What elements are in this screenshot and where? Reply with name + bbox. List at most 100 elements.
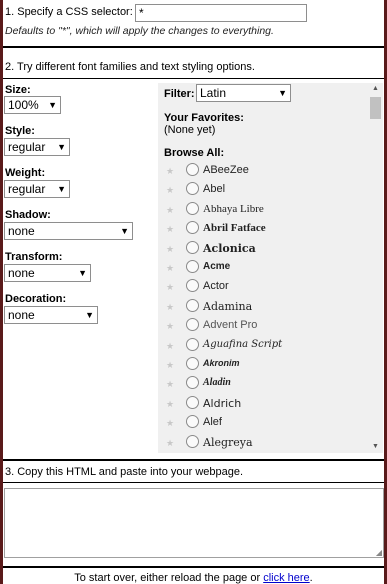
font-name: Adamina: [203, 299, 253, 313]
caret-down-icon: ▼: [57, 142, 66, 152]
font-radio[interactable]: [186, 182, 199, 196]
star-icon[interactable]: ★: [166, 205, 174, 216]
font-list-item[interactable]: ★ Acme: [162, 260, 362, 279]
resize-grip-icon[interactable]: ◢: [376, 548, 382, 557]
weight-select[interactable]: regular ▼: [4, 180, 70, 198]
divider: [3, 46, 384, 48]
style-value: regular: [8, 140, 46, 154]
font-name: Abhaya Libre: [203, 202, 264, 215]
scroll-down-icon[interactable]: ▼: [372, 443, 379, 450]
style-select[interactable]: regular ▼: [4, 138, 70, 156]
caret-down-icon: ▼: [120, 226, 129, 236]
font-list-item[interactable]: ★ Actor: [162, 279, 362, 298]
filter-value: Latin: [200, 86, 227, 100]
caret-down-icon: ▼: [48, 100, 57, 110]
font-radio[interactable]: [186, 337, 199, 351]
caret-down-icon: ▼: [78, 268, 87, 278]
divider: [3, 459, 384, 461]
caret-down-icon: ▼: [278, 88, 287, 98]
font-list-item[interactable]: ★ Alef: [162, 415, 362, 434]
star-icon[interactable]: ★: [166, 263, 174, 274]
star-icon[interactable]: ★: [166, 418, 174, 429]
decoration-value: none: [8, 308, 35, 322]
star-icon[interactable]: ★: [166, 282, 174, 293]
font-browser-panel[interactable]: Filter: Latin ▼ Your Favorites: (None ye…: [158, 83, 383, 453]
font-radio[interactable]: [186, 298, 199, 312]
reset-link[interactable]: click here: [263, 572, 309, 584]
font-name: Akronim: [203, 358, 240, 368]
font-name: Actor: [203, 280, 229, 293]
font-list-item[interactable]: ★ Aldrich: [162, 395, 362, 415]
divider: [3, 482, 384, 483]
font-radio[interactable]: [186, 434, 199, 448]
css-selector-input[interactable]: *: [135, 4, 307, 22]
font-list-item[interactable]: ★ Aguafina Script: [162, 337, 362, 357]
page-left-border: [0, 0, 3, 584]
transform-value: none: [8, 266, 35, 280]
font-name: Aladin: [203, 377, 231, 389]
size-select[interactable]: 100% ▼: [4, 96, 61, 114]
star-icon[interactable]: ★: [166, 321, 174, 332]
font-radio[interactable]: [186, 395, 199, 409]
font-radio[interactable]: [186, 163, 199, 176]
star-icon[interactable]: ★: [166, 244, 174, 255]
font-radio[interactable]: [186, 240, 199, 254]
footer: To start over, either reload the page or…: [0, 572, 387, 584]
filter-label: Filter:: [164, 88, 195, 100]
star-icon[interactable]: ★: [166, 341, 174, 352]
star-icon[interactable]: ★: [166, 166, 174, 177]
style-label: Style:: [5, 125, 35, 137]
font-radio[interactable]: [186, 318, 199, 332]
font-radio[interactable]: [186, 260, 199, 273]
font-name: Alef: [203, 416, 222, 429]
transform-label: Transform:: [5, 251, 63, 263]
font-name: Aguafina Script: [203, 338, 283, 350]
font-name: Abel: [203, 183, 226, 196]
font-radio[interactable]: [186, 221, 199, 235]
font-list-item[interactable]: ★ Advent Pro: [162, 318, 362, 337]
font-radio[interactable]: [186, 201, 199, 215]
star-icon[interactable]: ★: [166, 302, 174, 313]
font-list-item[interactable]: ★ Alegreya: [162, 434, 362, 453]
font-list-item[interactable]: ★ Adamina: [162, 298, 362, 318]
font-list-item[interactable]: ★ Abhaya Libre: [162, 201, 362, 221]
font-list-item[interactable]: ★ Akronim: [162, 357, 362, 376]
star-icon[interactable]: ★: [166, 379, 174, 390]
font-name: Aclonica: [203, 241, 256, 255]
footer-end: .: [309, 572, 313, 584]
divider: [3, 78, 384, 79]
star-icon[interactable]: ★: [166, 399, 174, 410]
step1-label: 1. Specify a CSS selector:: [5, 6, 133, 18]
font-name: Acme: [203, 261, 231, 272]
step3-label: 3. Copy this HTML and paste into your we…: [5, 466, 244, 478]
font-radio[interactable]: [186, 357, 199, 370]
star-icon[interactable]: ★: [166, 438, 174, 449]
font-list-item[interactable]: ★ Abel: [162, 182, 362, 201]
star-icon[interactable]: ★: [166, 360, 174, 371]
decoration-select[interactable]: none ▼: [4, 306, 98, 324]
html-output-textarea[interactable]: ◢: [4, 488, 384, 558]
font-name: Advent Pro: [203, 319, 258, 332]
star-icon[interactable]: ★: [166, 224, 174, 235]
favorites-label: Your Favorites:: [164, 112, 244, 124]
shadow-select[interactable]: none ▼: [4, 222, 133, 240]
font-radio[interactable]: [186, 415, 199, 429]
filter-select[interactable]: Latin ▼: [196, 84, 291, 102]
font-list-item[interactable]: ★ Aclonica: [162, 240, 362, 260]
scroll-up-icon[interactable]: ▲: [372, 85, 379, 92]
font-radio[interactable]: [186, 376, 199, 390]
favorites-empty: (None yet): [164, 124, 216, 136]
weight-label: Weight:: [5, 167, 46, 179]
font-list-item[interactable]: ★ Aladin: [162, 376, 362, 395]
font-name: Alegreya: [203, 435, 253, 449]
font-radio[interactable]: [186, 279, 199, 293]
font-list-item[interactable]: ★ Abril Fatface: [162, 221, 362, 240]
star-icon[interactable]: ★: [166, 185, 174, 196]
scrollbar-thumb[interactable]: [370, 97, 381, 119]
caret-down-icon: ▼: [85, 310, 94, 320]
size-value: 100%: [8, 98, 39, 112]
font-list-item[interactable]: ★ ABeeZee: [162, 163, 362, 182]
font-list-scrollbar[interactable]: ▲ ▼: [368, 83, 383, 453]
font-name: ABeeZee: [203, 164, 249, 176]
transform-select[interactable]: none ▼: [4, 264, 91, 282]
